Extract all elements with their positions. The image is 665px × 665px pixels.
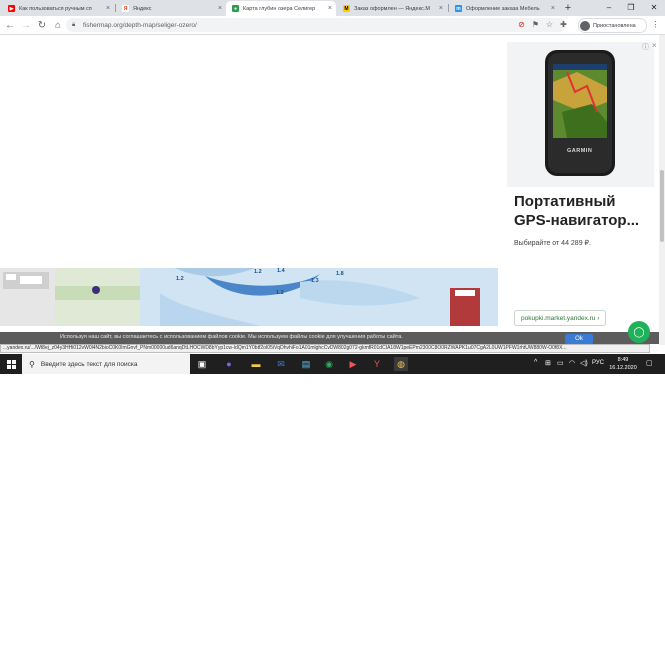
advertisement[interactable]: GARMIN Портативный GPS-навигатор... Выби… (507, 42, 654, 332)
tab-title: Оформление заказа Мебель (466, 5, 540, 12)
minimize-button[interactable]: – (598, 0, 620, 15)
tab-3[interactable]: М Заказ оформлен — Яндекс.М × (337, 1, 447, 16)
url-text: fishermap.org/depth-map/seliger-ozero/ (83, 21, 197, 29)
task-view-icon[interactable]: ▣ (195, 357, 209, 371)
fishermap-icon: ● (232, 5, 239, 12)
forward-button[interactable]: → (19, 18, 33, 32)
windows-taskbar: ⚲ Введите здесь текст для поиска ▣ ● ▬ ✉… (0, 354, 665, 374)
cookie-banner: Используя наш сайт, вы соглашаетесь с ис… (0, 332, 659, 344)
cookie-banner-text: Используя наш сайт, вы соглашаетесь с ис… (60, 334, 403, 340)
profile-button[interactable]: Приостановлена (578, 18, 647, 33)
tab-1[interactable]: Я Яндекс × (116, 1, 226, 16)
restore-button[interactable]: ❐ (620, 0, 642, 15)
notifications-icon[interactable]: ▢ (646, 359, 653, 367)
tab-title: Как пользоваться ручным сп (19, 5, 92, 12)
scrollbar-thumb[interactable] (660, 170, 664, 242)
extensions-icon[interactable]: ✚ (558, 19, 569, 30)
depth-map-canvas (0, 268, 498, 326)
windows-logo-icon (6, 359, 16, 369)
start-button[interactable] (0, 354, 22, 374)
file-explorer-icon[interactable]: ▬ (249, 357, 263, 371)
yandex-icon: Я (122, 5, 129, 12)
depth-map[interactable]: 1.2 1.4 1.2 1.8 1.3 1.2 (0, 268, 498, 326)
clock-date: 16.12.2020 (609, 365, 637, 371)
ad-info-icon[interactable]: ⓘ (642, 42, 649, 52)
chevron-up-icon[interactable]: ^ (534, 359, 537, 366)
chat-bubble-icon: ◯ (633, 326, 645, 338)
clock[interactable]: 8:49 16.12.2020 (608, 356, 638, 372)
tab-close-icon[interactable]: × (551, 5, 555, 12)
mail-icon[interactable]: ✉ (274, 357, 288, 371)
alice-icon[interactable]: ● (222, 357, 236, 371)
avatar (580, 20, 590, 31)
depth-label: 1.3 (311, 278, 319, 284)
new-tab-button[interactable]: + (561, 1, 575, 15)
back-button[interactable]: ← (3, 18, 17, 32)
clock-time: 8:49 (617, 357, 629, 363)
wifi-icon[interactable]: ◠ (569, 359, 575, 367)
lock-icon: 🔒︎ (72, 22, 76, 28)
tab-close-icon[interactable]: × (218, 5, 222, 12)
yandex-market-icon: М (343, 5, 350, 12)
search-icon: ⚲ (29, 359, 35, 369)
ad-close-icon[interactable]: × (652, 41, 657, 50)
cookie-ok-button[interactable]: Ok (565, 334, 593, 344)
language-indicator[interactable]: РУС (592, 360, 604, 366)
tab-0[interactable]: ▶ Как пользоваться ручным сп × (2, 1, 114, 16)
volume-icon[interactable]: ◁) (580, 359, 588, 367)
depth-label: 1.2 (254, 269, 262, 275)
yandex-browser-icon[interactable]: Y (370, 357, 384, 371)
search-placeholder: Введите здесь текст для поиска (40, 360, 138, 368)
address-bar[interactable]: 🔒︎ fishermap.org/depth-map/seliger-ozero… (66, 18, 566, 32)
translate-icon[interactable]: ⚑ (530, 19, 541, 30)
ad-title[interactable]: Портативный GPS-навигатор... (514, 192, 652, 230)
menu-dots-icon[interactable]: ⋮ (650, 19, 661, 30)
browser-toolbar: ← → ↻ ⌂ 🔒︎ fishermap.org/depth-map/selig… (0, 16, 665, 35)
depth-label: 1.4 (277, 268, 285, 274)
youtube-icon: ▶ (8, 5, 15, 12)
chrome-icon[interactable]: ◍ (394, 357, 408, 371)
app-icon[interactable]: ▶ (346, 357, 360, 371)
tab-title: Карта глубин озера Селигер (243, 5, 316, 12)
edge-icon[interactable]: ◉ (322, 357, 336, 371)
close-window-button[interactable]: ✕ (643, 0, 665, 15)
taskbar-search-box[interactable]: ⚲ Введите здесь текст для поиска (22, 354, 190, 374)
tab-title: Заказ оформлен — Яндекс.М (354, 5, 430, 12)
network-icon[interactable]: ⊞ (545, 359, 551, 367)
tab-4[interactable]: m Оформление заказа Мебель × (449, 1, 559, 16)
reload-button[interactable]: ↻ (35, 18, 49, 32)
tab-close-icon[interactable]: × (328, 5, 332, 12)
tab-close-icon[interactable]: × (439, 5, 443, 12)
device-brand: GARMIN (567, 148, 593, 154)
profile-label: Приостановлена (593, 22, 636, 29)
tab-close-icon[interactable]: × (106, 5, 110, 12)
tab-title: Яндекс (133, 5, 152, 12)
mebel-icon: m (455, 5, 462, 12)
link-status-bar: ...yandex.ru/.../Wt8ej_z04y3HHi012vW0l4N… (0, 344, 650, 353)
blocked-content-icon[interactable]: ⊘ (516, 19, 527, 30)
bookmark-star-icon[interactable]: ☆ (544, 19, 555, 30)
tab-strip: ▶ Как пользоваться ручным сп × Я Яндекс … (0, 0, 665, 16)
battery-icon[interactable]: ▭ (557, 359, 564, 367)
home-button[interactable]: ⌂ (51, 18, 65, 32)
ad-price: Выбирайте от 44 289 ₽. (514, 240, 591, 247)
depth-label: 1.8 (336, 271, 344, 277)
gps-device-illustration (545, 50, 615, 176)
depth-label: 1.2 (176, 276, 184, 282)
ad-link[interactable]: pokupki.market.yandex.ru › (514, 310, 607, 326)
ad-product-image[interactable]: GARMIN (507, 42, 654, 187)
tab-2-active[interactable]: ● Карта глубин озера Селигер × (226, 1, 336, 16)
depth-label: 1.2 (276, 290, 284, 296)
chat-widget-button[interactable]: ◯ (628, 321, 650, 343)
store-icon[interactable]: ▤ (299, 357, 313, 371)
